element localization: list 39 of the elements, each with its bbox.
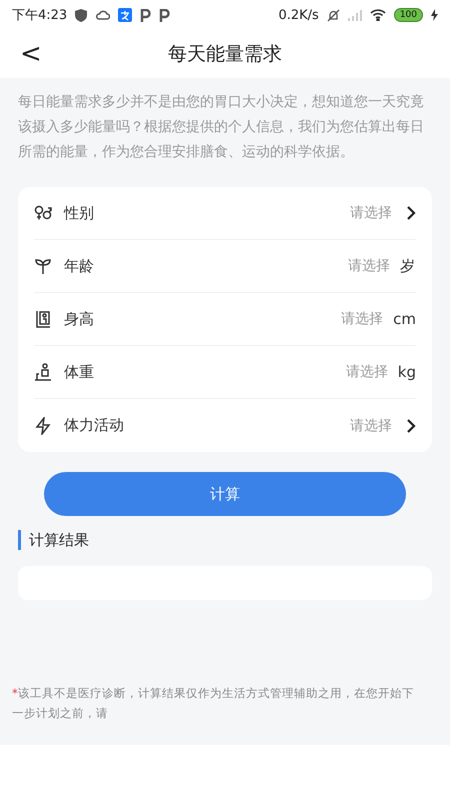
charging-icon xyxy=(431,9,438,21)
status-time: 下午4:23 xyxy=(12,7,68,24)
select-field[interactable]: 请选择 xyxy=(350,416,392,434)
lightning-icon xyxy=(34,416,52,434)
field-label: 体重 xyxy=(64,362,95,382)
field-label: 性别 xyxy=(64,204,95,222)
bell-muted-icon xyxy=(326,8,340,22)
app-icon xyxy=(118,8,132,22)
wifi-icon xyxy=(370,9,386,21)
sprout-icon xyxy=(34,257,52,275)
ruler-figure-icon xyxy=(34,310,52,328)
page-title: 每天能量需求 xyxy=(168,42,282,67)
disclaimer-text: 一步计划之前，请 xyxy=(12,705,109,722)
shield-icon xyxy=(75,8,88,22)
field-label: 身高 xyxy=(64,310,95,328)
scale-figure-icon xyxy=(34,363,52,381)
chevron-right-icon xyxy=(406,418,416,434)
select-field[interactable]: 请选择 xyxy=(346,363,388,381)
field-label: 体力活动 xyxy=(64,416,125,435)
section-title: 计算结果 xyxy=(18,530,432,550)
unit-label: 岁 xyxy=(400,256,416,276)
network-speed: 0.2K/s xyxy=(278,8,319,22)
parking-icon xyxy=(159,8,170,22)
intro-text: 每日能量需求多少并不是由您的胃口大小决定，想知道您一天究竟该摄入多少能量吗？根据您提供的个人信息，我们为您估算出每日所需的能量，作为您合理安排膳食、运动的科学依据。 xyxy=(18,93,425,162)
unit-label: kg xyxy=(398,363,416,381)
battery-level: 100 xyxy=(394,8,423,22)
select-field[interactable]: 请选择 xyxy=(350,204,392,222)
chevron-right-icon xyxy=(406,205,416,221)
disclaimer-text: *该工具不是医疗诊断，计算结果仅作为生活方式管理辅助之用，在您开始下 xyxy=(12,685,415,702)
gender-icon xyxy=(34,204,52,222)
parking-icon xyxy=(140,8,152,22)
field-label: 年龄 xyxy=(64,256,95,276)
back-button[interactable]: < xyxy=(14,39,48,69)
signal-icon xyxy=(348,9,362,21)
unit-label: cm xyxy=(393,310,416,328)
select-field[interactable]: 请选择 xyxy=(341,310,384,328)
calculate-button[interactable]: 计算 xyxy=(44,472,406,516)
cloud-icon xyxy=(95,10,110,20)
select-field[interactable]: 请选择 xyxy=(348,257,390,275)
